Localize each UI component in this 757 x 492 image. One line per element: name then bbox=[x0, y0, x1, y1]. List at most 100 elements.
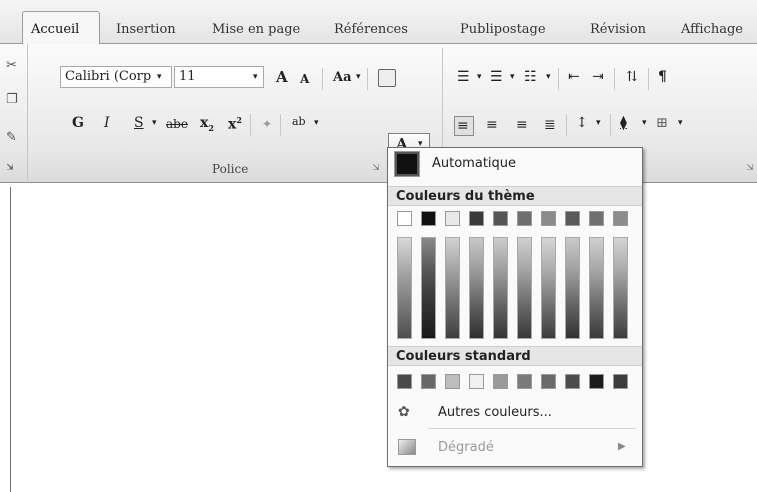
theme-color-swatch[interactable] bbox=[613, 211, 628, 226]
clear-formatting-icon[interactable] bbox=[378, 69, 396, 87]
sort-icon[interactable]: ⇅ bbox=[626, 70, 638, 84]
line-spacing-dropdown-icon[interactable]: ▾ bbox=[596, 119, 601, 128]
align-left-button[interactable]: ≡ bbox=[454, 116, 474, 136]
text-effects-icon[interactable]: ✦ bbox=[262, 118, 272, 130]
theme-color-swatch[interactable] bbox=[421, 211, 436, 226]
standard-color-swatch[interactable] bbox=[541, 374, 556, 389]
format-painter-icon[interactable]: ✎ bbox=[6, 130, 17, 145]
theme-color-swatch[interactable] bbox=[469, 211, 484, 226]
font-size-input[interactable]: 11 ▾ bbox=[174, 66, 264, 88]
automatic-color-item[interactable]: Automatique bbox=[388, 148, 642, 180]
theme-color-swatch[interactable] bbox=[493, 211, 508, 226]
font-group-label: Police bbox=[212, 162, 249, 176]
theme-color-swatch[interactable] bbox=[397, 211, 412, 226]
theme-color-swatch[interactable] bbox=[517, 211, 532, 226]
show-formatting-marks-icon[interactable]: ¶ bbox=[658, 70, 667, 84]
standard-color-swatch[interactable] bbox=[445, 374, 460, 389]
bullets-dropdown-icon[interactable]: ▾ bbox=[477, 73, 482, 82]
standard-color-swatch[interactable] bbox=[565, 374, 580, 389]
shading-icon[interactable]: ⧫ bbox=[620, 116, 627, 130]
standard-color-swatch[interactable] bbox=[397, 374, 412, 389]
font-size-dropdown-icon[interactable]: ▾ bbox=[253, 72, 258, 82]
theme-color-swatch[interactable] bbox=[445, 211, 460, 226]
theme-shade-column[interactable] bbox=[421, 237, 436, 339]
font-name-dropdown-icon[interactable]: ▾ bbox=[157, 72, 162, 82]
separator bbox=[280, 114, 281, 136]
tab-insertion[interactable]: Insertion bbox=[116, 22, 176, 37]
standard-color-swatch[interactable] bbox=[469, 374, 484, 389]
tab-references[interactable]: Références bbox=[334, 22, 408, 37]
decrease-indent-icon[interactable]: ⇤ bbox=[568, 70, 580, 84]
strikethrough-button[interactable]: abe bbox=[166, 118, 188, 130]
tab-publipostage[interactable]: Publipostage bbox=[460, 22, 546, 37]
theme-shade-column[interactable] bbox=[613, 237, 628, 339]
subscript-button[interactable]: x2 bbox=[200, 116, 214, 132]
document-area[interactable] bbox=[0, 184, 757, 492]
numbering-icon[interactable]: ☰ bbox=[490, 70, 503, 84]
underline-button[interactable]: S bbox=[134, 116, 144, 130]
automatic-color-label: Automatique bbox=[432, 156, 517, 171]
justify-button[interactable]: ≣ bbox=[542, 116, 562, 136]
theme-color-swatch[interactable] bbox=[541, 211, 556, 226]
highlight-button[interactable]: ab bbox=[292, 116, 306, 127]
theme-shade-column[interactable] bbox=[565, 237, 580, 339]
clipboard-group-launcher-icon[interactable]: ⇲ bbox=[6, 164, 14, 173]
theme-shade-column[interactable] bbox=[493, 237, 508, 339]
gradient-item[interactable]: Dégradé ▶ bbox=[388, 433, 642, 463]
tab-mise-en-page[interactable]: Mise en page bbox=[212, 22, 300, 37]
tab-affichage[interactable]: Affichage bbox=[681, 22, 743, 37]
superscript-button[interactable]: x2 bbox=[228, 116, 242, 132]
theme-color-swatch[interactable] bbox=[565, 211, 580, 226]
change-case-button[interactable]: Aa bbox=[333, 71, 352, 84]
automatic-color-swatch bbox=[394, 151, 420, 177]
theme-color-swatch[interactable] bbox=[589, 211, 604, 226]
align-right-button[interactable]: ≡ bbox=[514, 116, 534, 136]
separator bbox=[614, 68, 615, 90]
tab-accueil[interactable]: Accueil bbox=[22, 11, 100, 45]
font-name-input[interactable]: Calibri (Corp ▾ bbox=[60, 66, 172, 88]
standard-color-swatch[interactable] bbox=[493, 374, 508, 389]
separator bbox=[250, 114, 251, 136]
theme-shade-column[interactable] bbox=[469, 237, 484, 339]
numbering-dropdown-icon[interactable]: ▾ bbox=[510, 73, 515, 82]
standard-color-swatch[interactable] bbox=[613, 374, 628, 389]
tab-revision[interactable]: Révision bbox=[590, 22, 646, 37]
page-edge bbox=[10, 187, 11, 492]
highlight-dropdown-icon[interactable]: ▾ bbox=[314, 119, 319, 128]
copy-icon[interactable]: ❐ bbox=[6, 92, 18, 107]
change-case-dropdown-icon[interactable]: ▾ bbox=[356, 73, 361, 82]
theme-shade-column[interactable] bbox=[541, 237, 556, 339]
separator bbox=[367, 68, 368, 90]
theme-shade-column[interactable] bbox=[589, 237, 604, 339]
standard-color-swatch[interactable] bbox=[589, 374, 604, 389]
align-center-button[interactable]: ≡ bbox=[484, 116, 504, 136]
bold-button[interactable]: G bbox=[72, 116, 84, 130]
borders-icon[interactable]: ⊞ bbox=[656, 116, 668, 130]
separator bbox=[648, 68, 649, 90]
standard-color-swatch[interactable] bbox=[517, 374, 532, 389]
italic-button[interactable]: I bbox=[104, 116, 110, 130]
standard-color-swatch[interactable] bbox=[421, 374, 436, 389]
font-color-dropdown: Automatique Couleurs du thème Couleurs s… bbox=[387, 147, 643, 467]
grow-font-button[interactable]: A bbox=[276, 70, 288, 85]
more-colors-item[interactable]: ✿ Autres couleurs... bbox=[388, 398, 642, 428]
font-group-launcher-icon[interactable]: ⇲ bbox=[372, 164, 380, 173]
color-palette-icon: ✿ bbox=[398, 404, 410, 420]
theme-shade-column[interactable] bbox=[397, 237, 412, 339]
theme-shade-column[interactable] bbox=[517, 237, 532, 339]
justify-icon: ≣ bbox=[544, 117, 556, 133]
paragraph-group-launcher-icon[interactable]: ⇲ bbox=[746, 164, 754, 173]
increase-indent-icon[interactable]: ⇥ bbox=[592, 70, 604, 84]
align-left-icon: ≡ bbox=[457, 118, 469, 134]
multilevel-dropdown-icon[interactable]: ▾ bbox=[546, 73, 551, 82]
submenu-arrow-icon: ▶ bbox=[618, 441, 626, 452]
shrink-font-button[interactable]: A bbox=[300, 73, 309, 85]
theme-shade-column[interactable] bbox=[445, 237, 460, 339]
line-spacing-icon[interactable]: ↕ bbox=[576, 116, 588, 130]
multilevel-list-icon[interactable]: ☷ bbox=[524, 70, 537, 84]
bullets-icon[interactable]: ☰ bbox=[457, 70, 470, 84]
borders-dropdown-icon[interactable]: ▾ bbox=[678, 119, 683, 128]
shading-dropdown-icon[interactable]: ▾ bbox=[642, 119, 647, 128]
underline-dropdown-icon[interactable]: ▾ bbox=[152, 119, 157, 128]
cut-icon[interactable]: ✂ bbox=[6, 58, 17, 73]
